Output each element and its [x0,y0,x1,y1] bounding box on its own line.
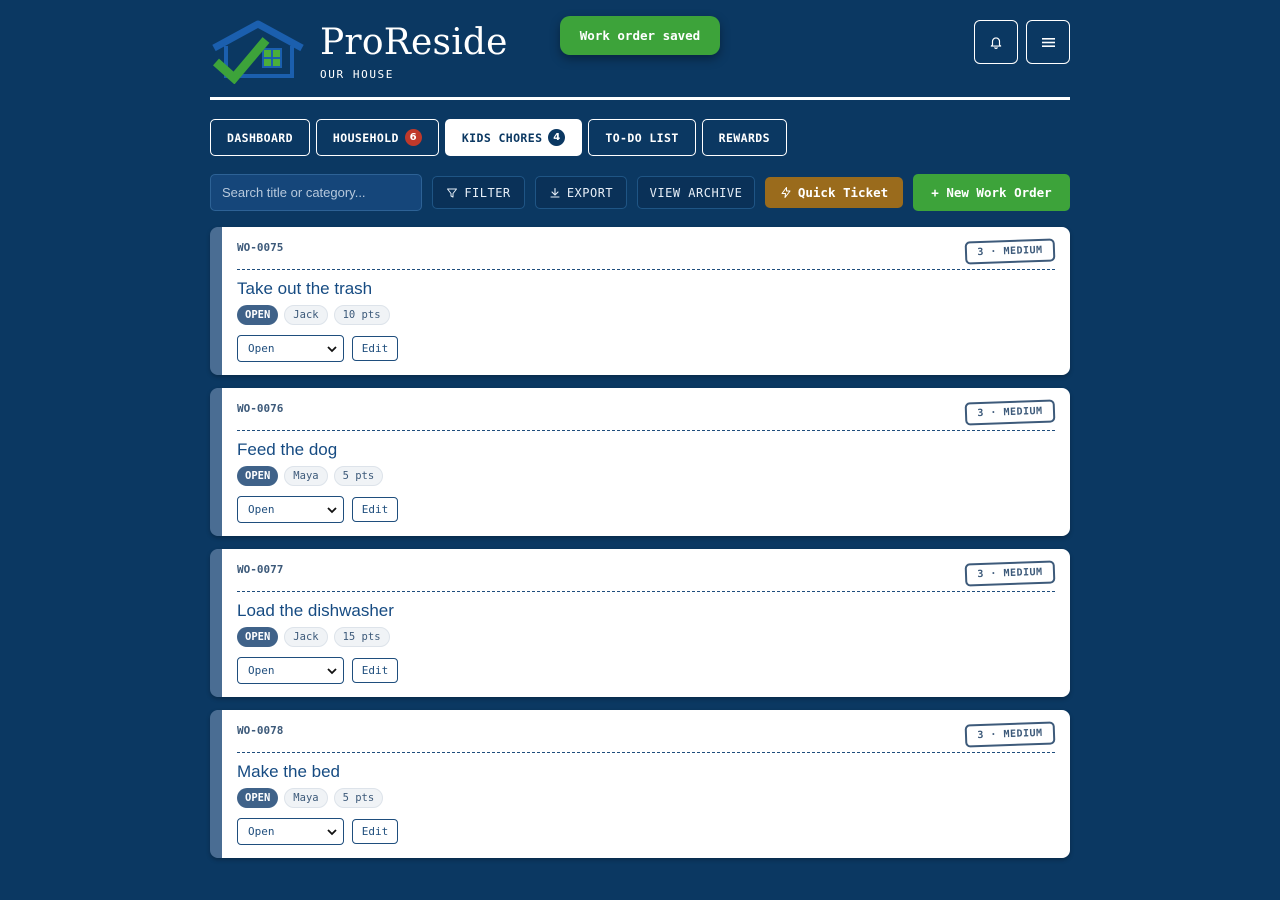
work-order-id: WO-0078 [237,724,284,737]
filter-icon [447,188,458,197]
work-order-list: WO-0075 3 · MEDIUM Take out the trash OP… [210,227,1070,871]
brand-subtitle: OUR HOUSE [320,68,395,81]
divider [237,269,1055,270]
archive-label: VIEW ARCHIVE [649,185,743,200]
assignee-chip: Maya [284,788,328,808]
bell-icon [990,37,1002,49]
brand: ProReside OUR HOUSE [320,22,508,81]
chip-row: OPEN Maya 5 pts [237,788,384,808]
assignee-chip: Jack [284,305,328,325]
search-input[interactable] [210,174,422,211]
card-actions: Open Edit [237,657,398,684]
new-work-order-label: + New Work Order [931,185,1052,200]
chevron-down-icon [327,667,337,674]
chevron-down-icon [327,828,337,835]
download-icon [550,187,560,198]
chip-row: OPEN Jack 10 pts [237,305,390,325]
card-actions: Open Edit [237,496,398,523]
export-button[interactable]: EXPORT [535,176,627,209]
assignee-chip: Jack [284,627,328,647]
tab-dashboard[interactable]: DASHBOARD [210,119,310,156]
assignee-chip: Maya [284,466,328,486]
work-order-title: Make the bed [237,762,341,781]
priority-stamp: 3 · MEDIUM [964,560,1056,587]
menu-button[interactable] [1026,20,1070,64]
toolbar: FILTER EXPORT VIEW ARCHIVE Quick Ticket … [210,174,1070,211]
filter-button[interactable]: FILTER [432,176,525,209]
points-chip: 5 pts [333,788,384,808]
priority-stamp: 3 · MEDIUM [964,399,1056,426]
work-order-title: Feed the dog [237,440,338,459]
status-select[interactable]: Open [237,657,344,684]
divider [237,430,1055,431]
points-chip: 15 pts [333,627,390,647]
work-order-id: WO-0075 [237,241,284,254]
priority-stamp: 3 · MEDIUM [964,721,1056,748]
status-badge: OPEN [237,788,279,808]
tab-label: HOUSEHOLD [332,130,399,145]
count-badge: 6 [404,129,422,146]
work-order-title: Take out the trash [237,279,373,298]
work-order-card: WO-0077 3 · MEDIUM Load the dishwasher O… [210,549,1070,697]
tab-todo-list[interactable]: TO-DO LIST [588,119,696,156]
work-order-card: WO-0075 3 · MEDIUM Take out the trash OP… [210,227,1070,375]
edit-button[interactable]: Edit [352,819,398,844]
edit-button[interactable]: Edit [352,497,398,522]
status-select-value: Open [248,342,275,355]
tab-bar: DASHBOARD HOUSEHOLD 6 KIDS CHORES 4 TO-D… [210,119,787,156]
work-order-title: Load the dishwasher [237,601,394,620]
tab-kids-chores[interactable]: KIDS CHORES 4 [444,119,583,156]
work-order-id: WO-0076 [237,402,284,415]
quick-ticket-button[interactable]: Quick Ticket [765,177,903,208]
toast-message: Work order saved [579,28,701,43]
status-badge: OPEN [237,305,279,325]
brand-name: ProReside [320,22,508,63]
points-chip: 10 pts [333,305,390,325]
edit-button[interactable]: Edit [352,658,398,683]
hamburger-icon [1041,37,1055,47]
quick-ticket-label: Quick Ticket [797,185,889,200]
edit-button[interactable]: Edit [352,336,398,361]
status-select-value: Open [248,503,275,516]
status-badge: OPEN [237,466,279,486]
export-label: EXPORT [566,185,614,200]
status-badge: OPEN [237,627,279,647]
toast-notification: Work order saved [560,16,720,55]
tab-label: TO-DO LIST [605,130,679,145]
chevron-down-icon [327,345,337,352]
notifications-button[interactable] [974,20,1018,64]
new-work-order-button[interactable]: + New Work Order [913,174,1070,211]
status-select-value: Open [248,664,275,677]
status-select[interactable]: Open [237,496,344,523]
divider [237,591,1055,592]
card-actions: Open Edit [237,818,398,845]
count-badge: 4 [548,129,566,146]
status-select[interactable]: Open [237,818,344,845]
status-select-value: Open [248,825,275,838]
tab-label: KIDS CHORES [461,130,543,145]
tab-household[interactable]: HOUSEHOLD 6 [315,119,439,156]
points-chip: 5 pts [333,466,384,486]
divider [237,752,1055,753]
work-order-id: WO-0077 [237,563,284,576]
work-order-card: WO-0078 3 · MEDIUM Make the bed OPEN May… [210,710,1070,858]
chip-row: OPEN Maya 5 pts [237,466,384,486]
card-actions: Open Edit [237,335,398,362]
lightning-icon [781,187,791,198]
chevron-down-icon [327,506,337,513]
chip-row: OPEN Jack 15 pts [237,627,390,647]
priority-stamp: 3 · MEDIUM [964,238,1056,265]
view-archive-button[interactable]: VIEW ARCHIVE [637,176,755,209]
tab-label: DASHBOARD [227,130,293,145]
work-order-card: WO-0076 3 · MEDIUM Feed the dog OPEN May… [210,388,1070,536]
status-select[interactable]: Open [237,335,344,362]
tab-rewards[interactable]: REWARDS [701,119,787,156]
house-check-logo-icon [212,20,304,84]
filter-label: FILTER [464,185,511,200]
tab-label: REWARDS [718,130,770,145]
